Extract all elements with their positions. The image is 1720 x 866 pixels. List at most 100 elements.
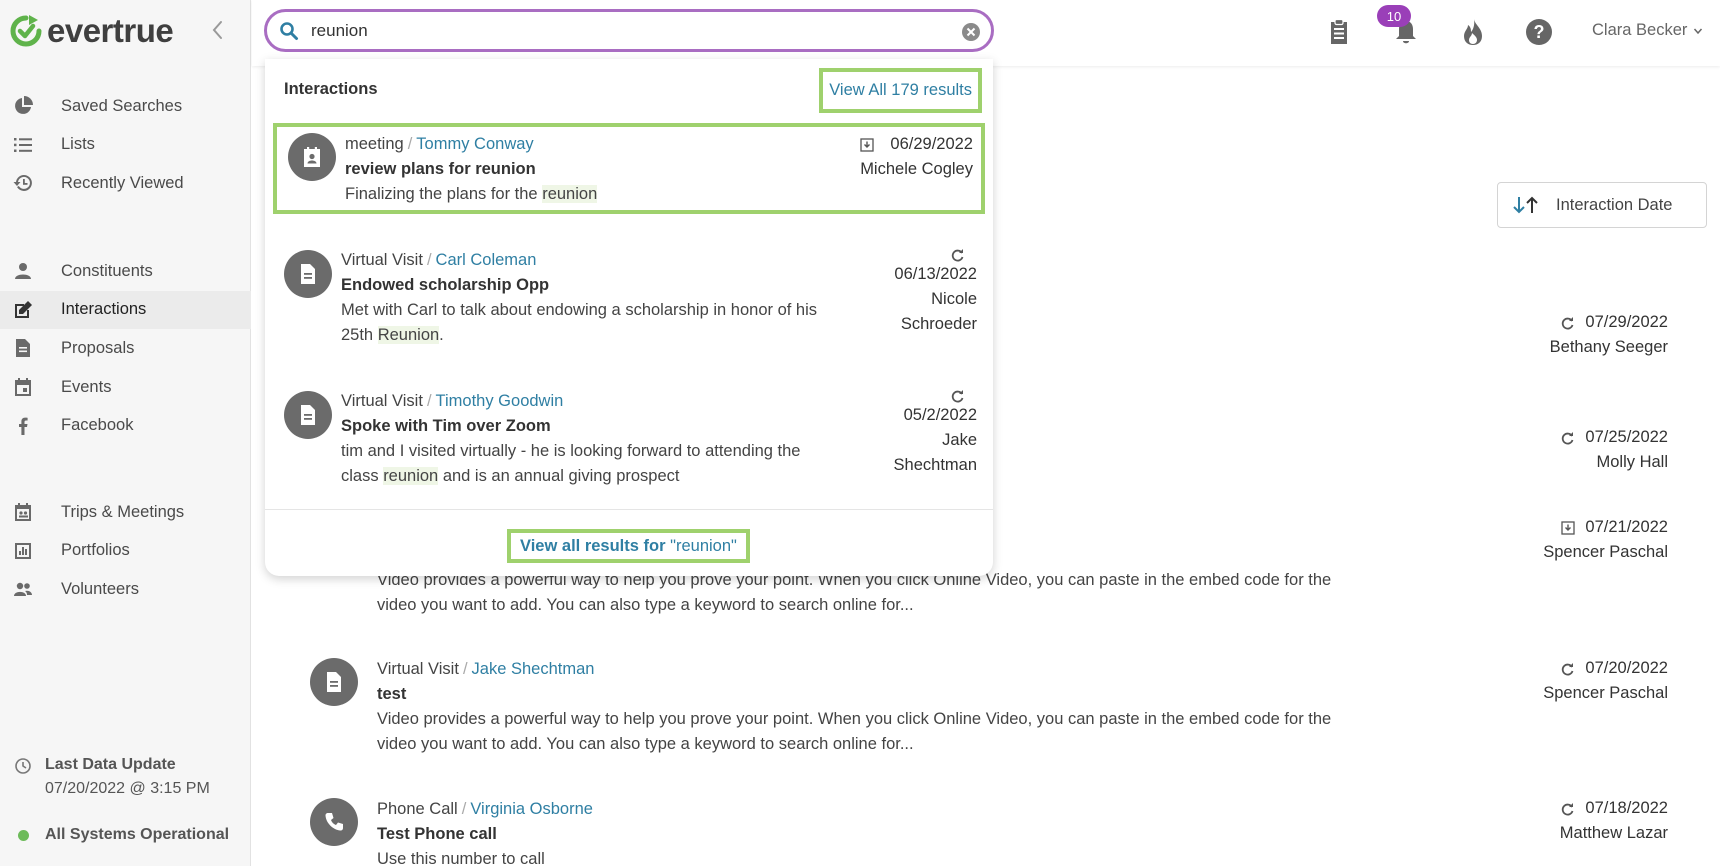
meeting-badge-icon	[288, 133, 336, 181]
sidebar-item-lists[interactable]: Lists	[0, 126, 251, 165]
top-header: 10 ? Clara Becker	[252, 0, 1720, 66]
result-meta: 06/29/2022 Michele Cogley	[813, 132, 973, 182]
search-result-item[interactable]: Virtual Visit / Timothy Goodwin Spoke with…	[273, 381, 985, 497]
calendar-icon	[12, 376, 34, 398]
interaction-type: Virtual Visit	[377, 660, 459, 678]
sidebar-item-saved-searches[interactable]: Saved Searches	[0, 87, 251, 126]
list-row-meta: 07/18/2022 Matthew Lazar	[1560, 799, 1668, 843]
facebook-icon	[12, 415, 34, 437]
clipboard-icon[interactable]	[1324, 17, 1354, 47]
flame-icon[interactable]	[1458, 17, 1488, 47]
collapse-sidebar-icon[interactable]	[207, 18, 229, 42]
sidebar-item-label: Proposals	[61, 338, 135, 357]
interaction-subject: Test Phone call	[377, 825, 497, 843]
sort-label: Interaction Date	[1556, 195, 1673, 214]
sidebar-item-facebook[interactable]: Facebook	[0, 406, 251, 445]
interaction-owner: Schroeder	[900, 315, 977, 333]
interaction-owner[interactable]: Bethany Seeger	[1550, 338, 1668, 357]
sidebar-item-proposals[interactable]: Proposals	[0, 329, 251, 368]
sidebar-item-label: Volunteers	[61, 579, 139, 598]
interaction-owner: Shechtman	[893, 456, 977, 474]
list-row-meta: 07/21/2022 Spencer Paschal	[1543, 518, 1668, 562]
interaction-date: 06/29/2022	[890, 135, 973, 153]
interaction-owner[interactable]: Spencer Paschal	[1543, 543, 1668, 562]
interaction-body: tim and I visited virtually - he is look…	[341, 442, 801, 485]
bar-chart-icon	[12, 540, 34, 562]
clock-icon	[15, 758, 31, 774]
document-icon	[284, 391, 332, 439]
footer-query: "reunion"	[670, 536, 737, 555]
contact-link[interactable]: Tommy Conway	[416, 135, 533, 153]
sidebar-item-label: Recently Viewed	[61, 173, 184, 192]
interaction-type: meeting	[345, 135, 404, 153]
interaction-subject: Endowed scholarship Opp	[341, 276, 550, 294]
user-menu[interactable]: Clara Becker	[1592, 21, 1703, 40]
people-icon	[12, 578, 34, 600]
search-term-highlight: Reunion	[377, 326, 440, 344]
contact-link[interactable]: Jake Shechtman	[472, 660, 595, 678]
evertrue-logo[interactable]: evertrue	[8, 10, 174, 52]
contact-link[interactable]: Timothy Goodwin	[436, 392, 564, 410]
person-icon	[12, 260, 34, 282]
sync-icon	[1562, 662, 1574, 675]
sidebar-item-trips-meetings[interactable]: Trips & Meetings	[0, 493, 251, 532]
last-update-title: Last Data Update	[45, 756, 176, 773]
sync-icon	[1562, 802, 1574, 815]
list-row-meta: 07/29/2022 Bethany Seeger	[1550, 313, 1668, 357]
user-name: Clara Becker	[1592, 21, 1688, 39]
clear-search-icon[interactable]	[961, 22, 981, 42]
sidebar-item-events[interactable]: Events	[0, 368, 251, 407]
help-icon[interactable]: ?	[1524, 17, 1554, 47]
results-section-title: Interactions	[284, 80, 378, 98]
search-term-highlight: reunion	[383, 467, 439, 485]
interaction-body: Video provides a powerful way to help yo…	[377, 710, 1332, 753]
global-search	[264, 9, 994, 52]
search-result-item[interactable]: meeting / Tommy Conway review plans for re…	[273, 123, 985, 214]
dropdown-footer: View all results for "reunion"	[265, 509, 993, 576]
sidebar-item-label: Constituents	[61, 261, 153, 280]
svg-text:?: ?	[1534, 22, 1545, 42]
sort-button[interactable]: Interaction Date	[1497, 182, 1707, 228]
sidebar-item-label: Saved Searches	[61, 96, 183, 115]
import-icon	[860, 137, 875, 152]
document-icon	[12, 337, 34, 359]
sidebar-item-constituents[interactable]: Constituents	[0, 252, 251, 291]
last-update-timestamp: 07/20/2022 @ 3:15 PM	[45, 780, 210, 797]
system-status-text: All Systems Operational	[45, 826, 230, 843]
sidebar-item-label: Facebook	[61, 416, 134, 435]
interaction-owner[interactable]: Matthew Lazar	[1560, 824, 1668, 843]
brand-name: evertrue	[47, 12, 174, 49]
system-status[interactable]: All Systems Operational	[18, 826, 229, 844]
sidebar: evertrue Saved Searches Lists Recently V…	[0, 0, 251, 866]
view-all-results-link[interactable]: View All 179 results	[819, 68, 982, 113]
sidebar-item-label: Interactions	[61, 300, 147, 319]
search-icon	[280, 21, 298, 40]
sidebar-item-recently-viewed[interactable]: Recently Viewed	[0, 164, 251, 203]
contact-link[interactable]: Carl Coleman	[436, 251, 537, 269]
sync-icon	[951, 249, 964, 262]
sidebar-item-volunteers[interactable]: Volunteers	[0, 570, 251, 609]
interaction-owner[interactable]: Molly Hall	[1561, 453, 1668, 472]
search-result-item[interactable]: Virtual Visit / Carl Coleman Endowed schol…	[273, 240, 985, 356]
interaction-subject: test	[377, 685, 407, 703]
document-icon	[310, 658, 358, 706]
view-all-results-for-query-link[interactable]: View all results for "reunion"	[507, 529, 750, 563]
interaction-owner: Michele Cogley	[860, 160, 973, 178]
interaction-subject: Spoke with Tim over Zoom	[341, 417, 551, 435]
interaction-subject: review plans for reunion	[345, 160, 536, 178]
logo-mark-icon	[10, 15, 42, 47]
contact-link[interactable]: Virginia Osborne	[470, 800, 593, 818]
sync-icon	[1562, 431, 1574, 444]
search-input[interactable]	[311, 20, 931, 41]
interaction-body: Use this number to call	[377, 850, 545, 866]
sidebar-item-portfolios[interactable]: Portfolios	[0, 532, 251, 571]
sidebar-item-label: Portfolios	[61, 541, 130, 560]
nav-group-searches: Saved Searches Lists Recently Viewed	[0, 87, 251, 203]
interaction-owner[interactable]: Spencer Paschal	[1543, 684, 1668, 703]
nav-group-main: Constituents Interactions Proposals Even…	[0, 252, 251, 445]
chevron-down-icon	[1694, 28, 1703, 34]
interaction-type: Phone Call	[377, 800, 458, 818]
sidebar-item-interactions[interactable]: Interactions	[0, 290, 251, 330]
interaction-date: 07/21/2022	[1585, 518, 1668, 536]
notification-count-badge: 10	[1377, 5, 1411, 27]
